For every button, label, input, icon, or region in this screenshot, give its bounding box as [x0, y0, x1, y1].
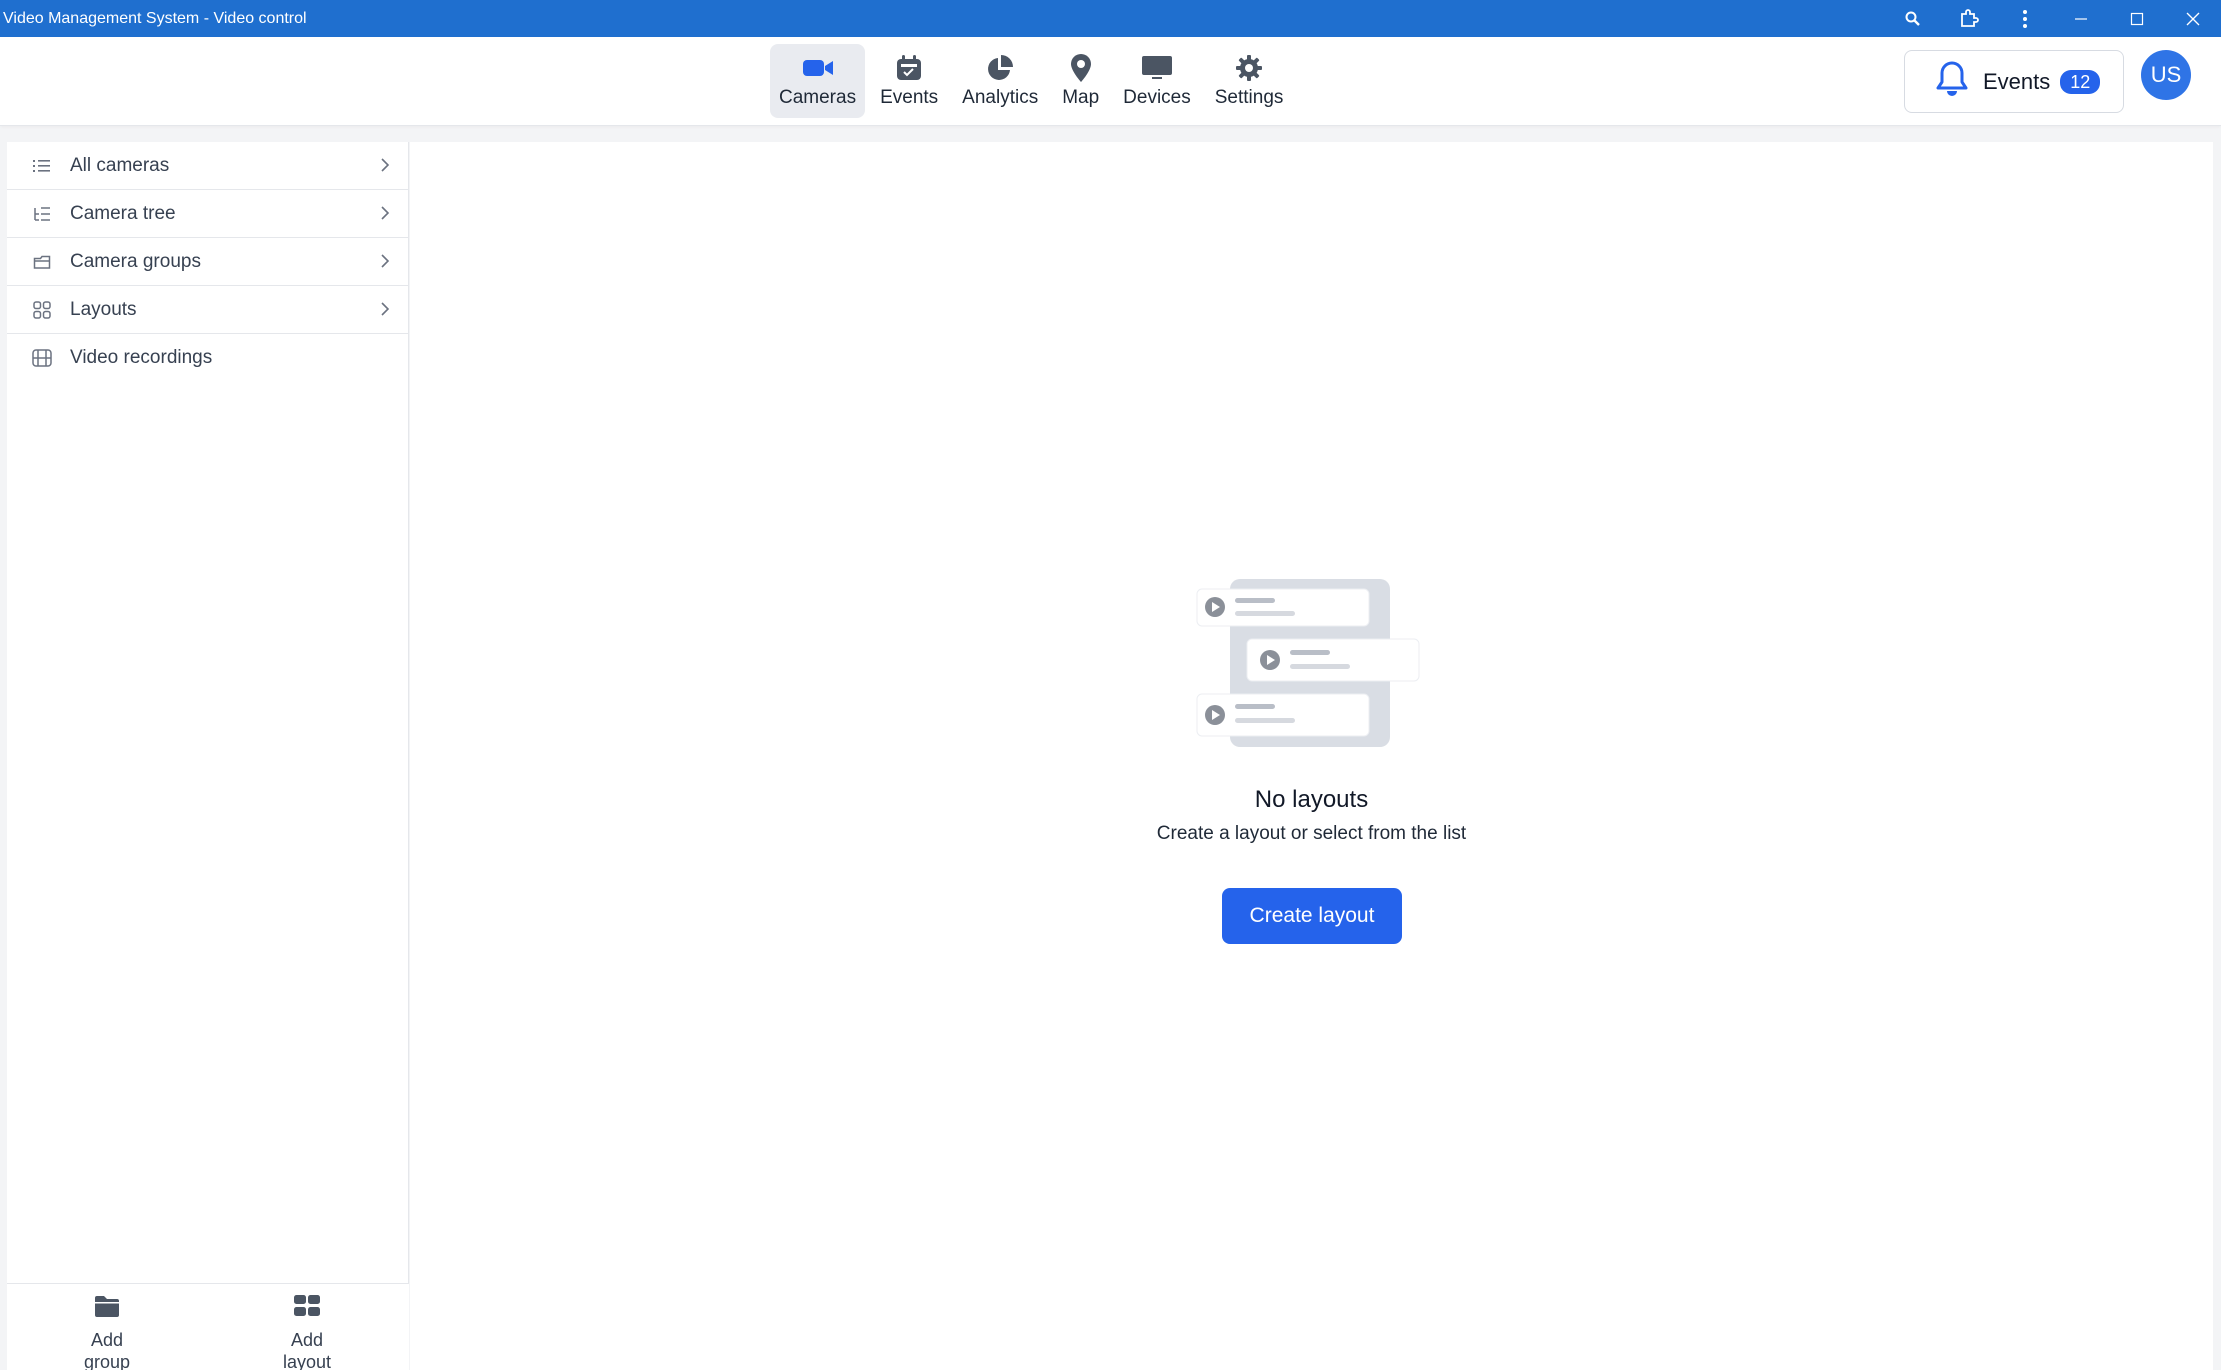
- pie-chart-icon: [986, 53, 1014, 83]
- add-group-button[interactable]: Add group: [7, 1284, 207, 1370]
- nav-tab-cameras[interactable]: Cameras: [770, 44, 866, 118]
- minimize-icon[interactable]: [2053, 0, 2109, 37]
- sidebar-item-all-cameras[interactable]: All cameras: [7, 142, 408, 190]
- nav-tab-analytics[interactable]: Analytics: [953, 44, 1047, 118]
- user-avatar[interactable]: US: [2141, 50, 2191, 100]
- empty-state-subtitle: Create a layout or select from the list: [1156, 823, 1467, 844]
- sidebar-item-label: Video recordings: [70, 347, 213, 368]
- add-layout-button[interactable]: Add layout: [207, 1284, 407, 1370]
- tree-icon: [31, 203, 53, 225]
- nav-tab-label: Cameras: [779, 87, 857, 108]
- sidebar-item-video-recordings[interactable]: Video recordings: [7, 334, 408, 382]
- monitor-icon: [1141, 53, 1173, 83]
- gear-icon: [1235, 53, 1263, 83]
- nav-tab-label: Settings: [1214, 87, 1284, 108]
- window-titlebar: Video Management System - Video control: [0, 0, 2221, 37]
- empty-layouts-illustration: [1195, 574, 1435, 759]
- bell-icon: [1935, 60, 1969, 103]
- events-button-label: Events: [1983, 68, 2051, 94]
- calendar-icon: [895, 53, 923, 83]
- nav-tab-events[interactable]: Events: [871, 44, 947, 118]
- maximize-icon[interactable]: [2109, 0, 2165, 37]
- list-icon: [31, 155, 53, 177]
- grid-icon: [31, 299, 53, 321]
- sidebar: All cameras Camera tree Camera groups La…: [7, 142, 409, 1370]
- create-layout-button[interactable]: Create layout: [1222, 888, 1402, 944]
- zoom-search-icon[interactable]: [1885, 0, 1941, 37]
- sidebar-item-label: All cameras: [70, 154, 170, 176]
- window-title: Video Management System - Video control: [3, 9, 307, 27]
- more-vertical-icon[interactable]: [1997, 0, 2053, 37]
- main-content: No layouts Create a layout or select fro…: [410, 142, 2213, 1370]
- nav-tab-settings[interactable]: Settings: [1206, 44, 1293, 118]
- folder-icon: [93, 1294, 121, 1323]
- events-button[interactable]: Events 12: [1904, 50, 2124, 113]
- empty-state-title: No layouts: [1254, 786, 1369, 813]
- sidebar-bottom-actions: Add group Add layout: [7, 1283, 409, 1370]
- sidebar-item-label: Camera groups: [70, 250, 201, 272]
- sidebar-item-camera-tree[interactable]: Camera tree: [7, 190, 408, 238]
- close-icon[interactable]: [2165, 0, 2221, 37]
- add-group-label: Add group: [83, 1330, 131, 1370]
- nav-tab-devices[interactable]: Devices: [1114, 44, 1200, 118]
- nav-tab-label: Events: [880, 87, 939, 108]
- folder-icon: [31, 251, 53, 273]
- map-pin-icon: [1069, 53, 1093, 83]
- video-camera-icon: [802, 53, 834, 83]
- chevron-right-icon: [380, 301, 390, 322]
- nav-tabs: Cameras Events Analytics Map Devices Set…: [770, 44, 1298, 118]
- add-layout-label: Add layout: [282, 1330, 332, 1370]
- extension-icon[interactable]: [1941, 0, 1997, 37]
- nav-tab-label: Map: [1062, 87, 1100, 108]
- chevron-right-icon: [380, 205, 390, 226]
- nav-tab-label: Analytics: [962, 87, 1039, 108]
- sidebar-item-label: Camera tree: [70, 202, 176, 224]
- sidebar-item-camera-groups[interactable]: Camera groups: [7, 238, 408, 286]
- nav-tab-map[interactable]: Map: [1053, 44, 1108, 118]
- sidebar-item-label: Layouts: [70, 298, 137, 320]
- sidebar-item-layouts[interactable]: Layouts: [7, 286, 408, 334]
- film-icon: [31, 347, 53, 369]
- events-count-badge: 12: [2060, 69, 2101, 94]
- chevron-right-icon: [380, 253, 390, 274]
- grid-icon: [293, 1294, 321, 1323]
- chevron-right-icon: [380, 157, 390, 178]
- top-navigation: Cameras Events Analytics Map Devices Set…: [0, 37, 2221, 126]
- nav-tab-label: Devices: [1123, 87, 1191, 108]
